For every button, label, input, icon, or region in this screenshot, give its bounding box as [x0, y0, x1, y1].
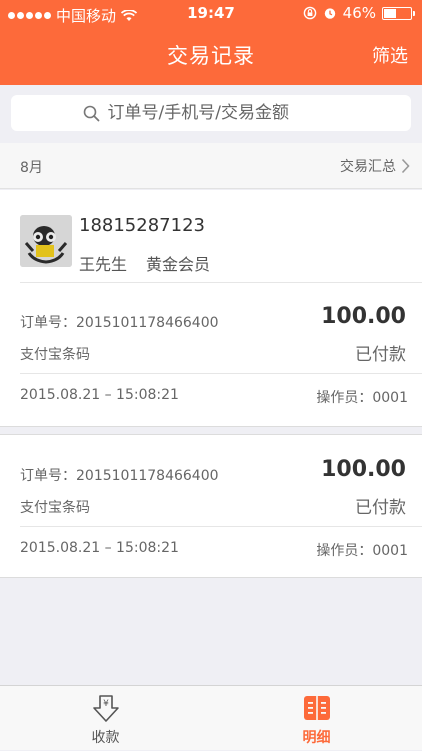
filter-button[interactable]: 筛选	[372, 42, 408, 68]
order-number: 订单号：2015101178466400	[20, 468, 219, 484]
divider	[20, 526, 422, 527]
operator-id: 操作员：0001	[316, 543, 408, 559]
transaction-card[interactable]: 订单号：2015101178466400 100.00 支付宝条码 已付款 20…	[0, 434, 422, 578]
order-info: 订单号：2015101178466400 100.00 支付宝条码 已付款 20…	[0, 282, 422, 425]
order-number: 订单号：2015101178466400	[20, 315, 219, 331]
detail-list-icon	[303, 696, 330, 720]
svg-text:¥: ¥	[103, 699, 109, 709]
payment-method: 支付宝条码	[20, 500, 90, 516]
rotation-lock-icon	[303, 6, 316, 20]
chevron-right-icon	[401, 158, 410, 174]
alarm-icon	[324, 8, 335, 19]
member-info: 18815287123 王先生 黄金会员	[0, 190, 422, 282]
month-section-header: 8月 交易汇总	[0, 143, 422, 189]
transaction-card[interactable]: 18815287123 王先生 黄金会员 订单号：201510117846640…	[0, 190, 422, 427]
tab-detail[interactable]: 明细	[211, 686, 422, 751]
order-time: 2015.08.21 – 15:08:21	[20, 387, 179, 403]
search-icon	[83, 105, 99, 121]
member-phone: 18815287123	[79, 215, 205, 236]
month-label: 8月	[20, 160, 43, 176]
avatar	[20, 215, 72, 267]
status-right: 46%	[303, 4, 415, 22]
search-box[interactable]	[11, 95, 411, 131]
tab-detail-label: 明细	[302, 730, 331, 746]
member-name: 王先生	[79, 255, 128, 274]
member-level: 黄金会员	[146, 255, 211, 274]
summary-label: 交易汇总	[340, 159, 396, 175]
payment-status: 已付款	[355, 498, 406, 518]
order-info: 订单号：2015101178466400 100.00 支付宝条码 已付款 20…	[0, 435, 422, 578]
tab-collect-label: 收款	[91, 730, 120, 746]
order-amount: 100.00	[321, 457, 406, 482]
transaction-summary-link[interactable]: 交易汇总	[340, 156, 410, 176]
tab-bar: ¥ 收款 明细	[0, 685, 422, 750]
battery-icon	[382, 6, 415, 20]
status-bar: 中国移动 19:47 46%	[0, 0, 422, 28]
payment-status: 已付款	[355, 345, 406, 365]
battery-percent: 46%	[342, 4, 376, 22]
search-area	[0, 85, 422, 143]
search-input[interactable]	[105, 102, 340, 124]
payment-method: 支付宝条码	[20, 347, 90, 363]
tab-collect[interactable]: ¥ 收款	[0, 686, 211, 751]
order-time: 2015.08.21 – 15:08:21	[20, 540, 179, 556]
divider	[20, 373, 422, 374]
collect-payment-icon: ¥	[92, 695, 119, 722]
header: 中国移动 19:47 46% 交易记录 筛选	[0, 0, 422, 85]
operator-id: 操作员：0001	[316, 390, 408, 406]
avatar-image	[20, 215, 72, 267]
order-amount: 100.00	[321, 304, 406, 329]
battery-level-fill	[384, 8, 396, 18]
page-title: 交易记录	[167, 44, 255, 68]
